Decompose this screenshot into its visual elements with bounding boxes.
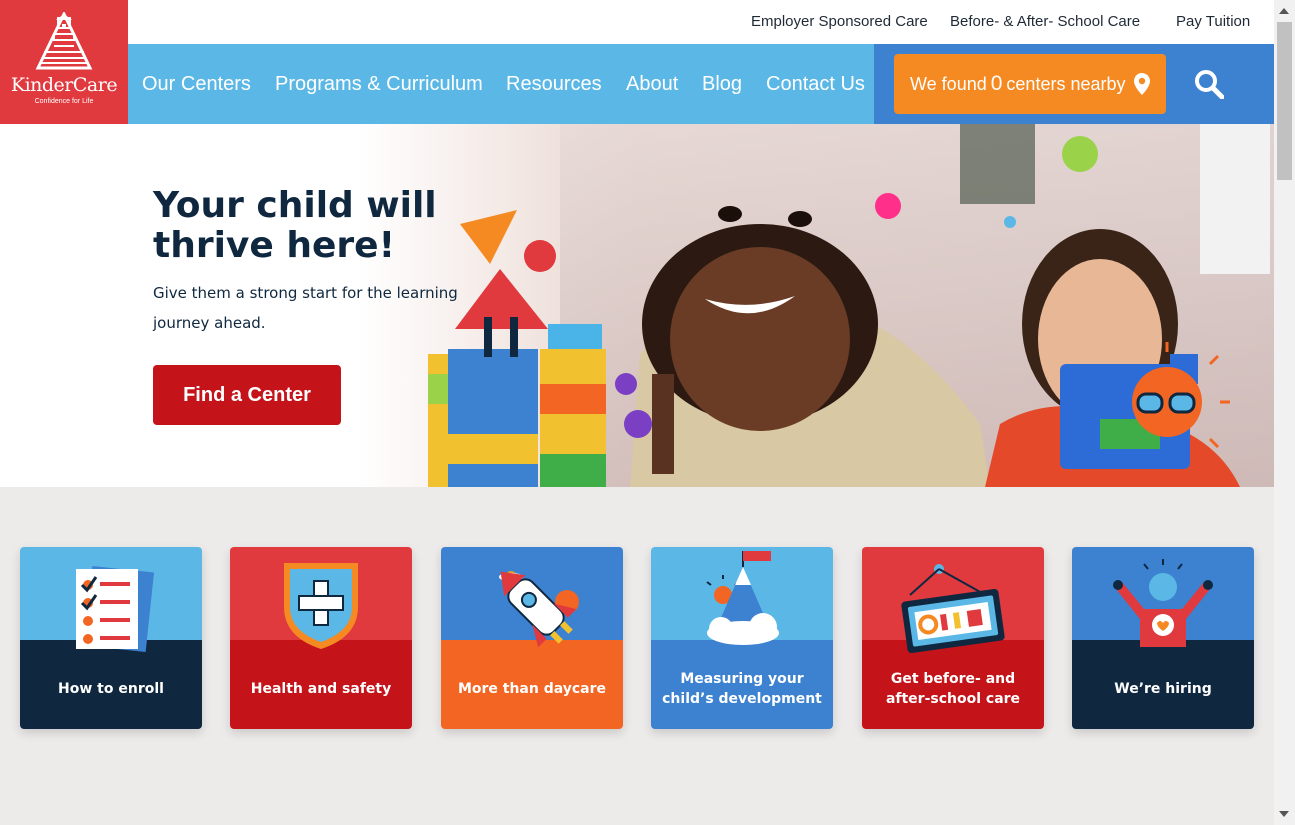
scroll-down-arrow-icon[interactable] <box>1279 811 1289 817</box>
hero-title: Your child will thrive here! <box>153 185 437 266</box>
quick-links-section: How to enroll Health and safety More tha… <box>0 487 1274 825</box>
employer-sponsored-care-link[interactable]: Employer Sponsored Care <box>751 13 928 30</box>
nav-programs-curriculum[interactable]: Programs & Curriculum <box>275 73 483 96</box>
hero-subtitle: Give them a strong start for the learnin… <box>153 284 458 332</box>
logo-tagline: Confidence for Life <box>34 98 94 105</box>
nav-about[interactable]: About <box>626 73 678 96</box>
centers-found-count: 0 <box>990 72 1003 95</box>
main-nav: Our Centers Programs & Curriculum Resour… <box>128 44 874 124</box>
pay-tuition-link[interactable]: Pay Tuition <box>1176 13 1250 30</box>
centers-found-prefix: We found <box>910 73 987 94</box>
schoolhouse-logo-icon <box>35 12 93 70</box>
rocket-icon <box>499 571 579 648</box>
page-scrollbar[interactable] <box>1274 0 1295 825</box>
card-how-to-enroll[interactable]: How to enroll <box>20 547 202 729</box>
nav-our-centers[interactable]: Our Centers <box>142 73 251 96</box>
open-sign-icon <box>901 564 1005 654</box>
card-label: Get before- and after-school care <box>885 671 1021 707</box>
card-label: How to enroll <box>58 681 164 697</box>
hero-banner: Your child will thrive here! Give them a… <box>0 124 1274 487</box>
nav-search-area: We found 0 centers nearby <box>874 44 1274 124</box>
shield-cross-icon <box>284 563 358 649</box>
utility-bar: Employer Sponsored Care Before- & After-… <box>128 0 1274 44</box>
checklist-icon <box>76 565 155 653</box>
centers-nearby-button[interactable]: We found 0 centers nearby <box>894 54 1166 114</box>
cheering-person-icon <box>1113 559 1213 647</box>
logo-wordmark: KinderCare <box>10 74 118 96</box>
card-measuring-development[interactable]: Measuring your child’s development <box>651 547 833 729</box>
centers-found-suffix: centers nearby <box>1006 73 1126 94</box>
card-before-after-school[interactable]: Get before- and after-school care <box>862 547 1044 729</box>
card-were-hiring[interactable]: We’re hiring <box>1072 547 1254 729</box>
find-a-center-button[interactable]: Find a Center <box>153 365 341 425</box>
scroll-up-arrow-icon[interactable] <box>1279 8 1289 14</box>
location-pin-icon <box>1134 73 1150 95</box>
nav-blog[interactable]: Blog <box>702 73 742 96</box>
nav-resources[interactable]: Resources <box>506 73 602 96</box>
card-label: Measuring your child’s development <box>662 671 822 707</box>
card-label: We’re hiring <box>1114 681 1212 697</box>
kindercare-logo[interactable]: KinderCare Confidence for Life <box>0 0 128 124</box>
card-more-than-daycare[interactable]: More than daycare <box>441 547 623 729</box>
before-after-school-care-link[interactable]: Before- & After- School Care <box>950 13 1140 30</box>
search-icon[interactable] <box>1194 69 1224 99</box>
nav-contact-us[interactable]: Contact Us <box>766 73 865 96</box>
scroll-thumb[interactable] <box>1277 22 1292 180</box>
card-health-and-safety[interactable]: Health and safety <box>230 547 412 729</box>
card-label: Health and safety <box>250 681 392 697</box>
card-label: More than daycare <box>457 681 607 697</box>
mountain-flag-icon <box>706 551 779 645</box>
